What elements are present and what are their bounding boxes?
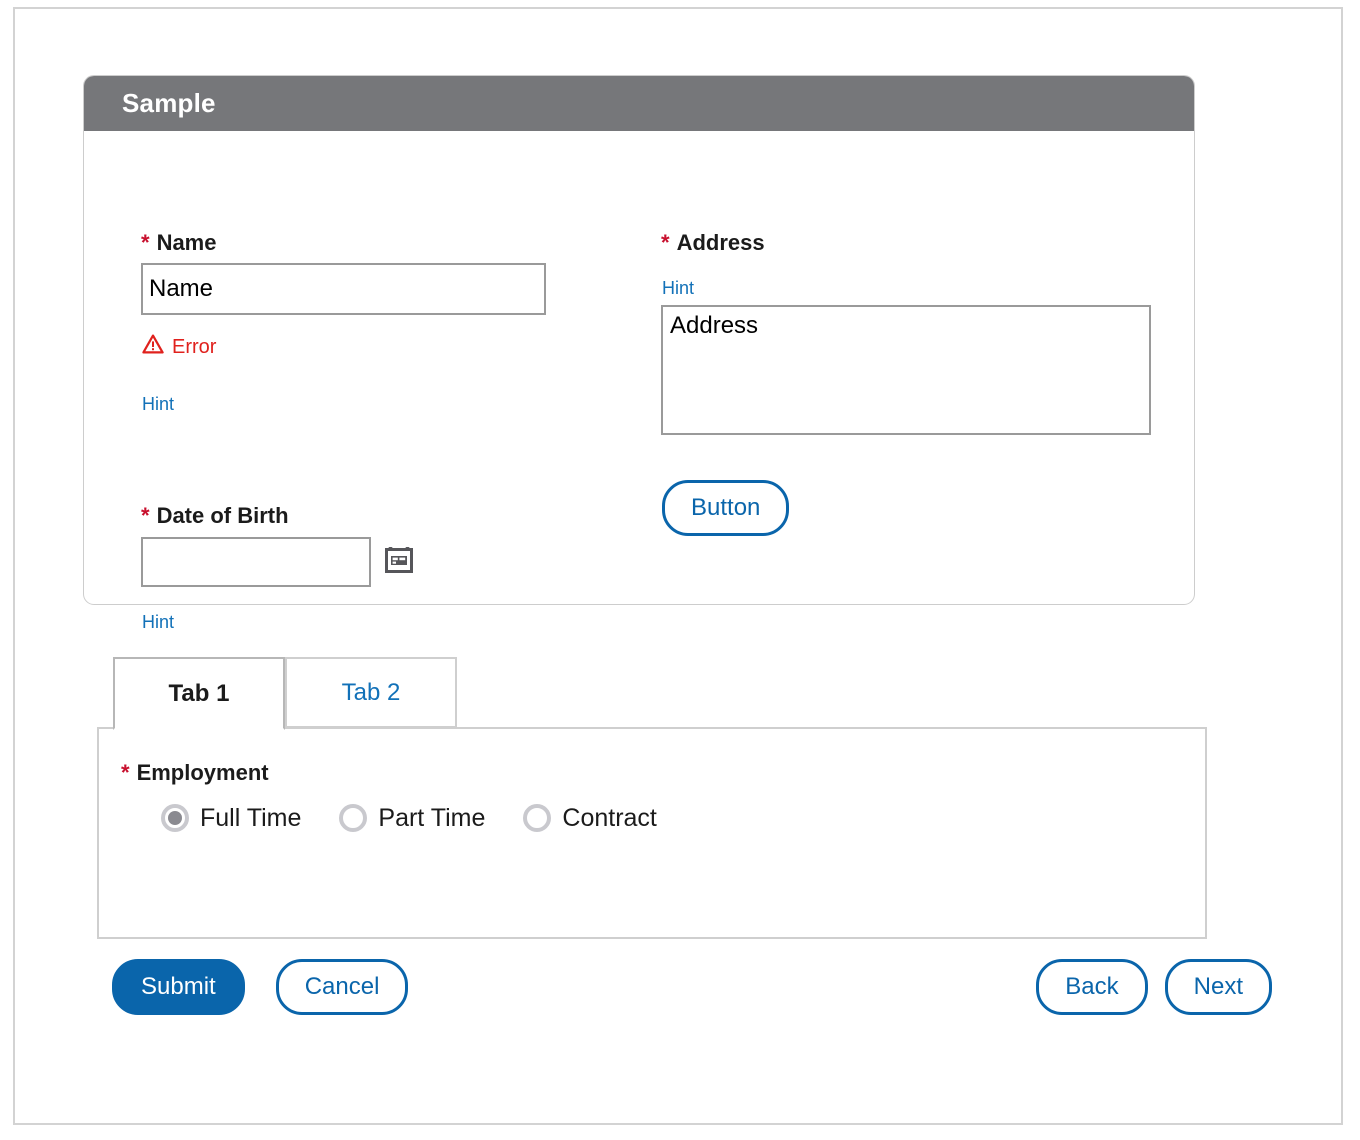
name-input[interactable] [141,263,546,315]
radio-mark-selected-icon [161,804,189,832]
employment-field-label: * Employment [121,762,269,784]
address-textarea[interactable] [661,305,1151,435]
next-button[interactable]: Next [1164,959,1272,1015]
required-marker: * [141,230,150,255]
tab-panel: * Employment Full Time Part Time Contract [97,727,1207,939]
submit-button[interactable]: Submit [112,959,245,1015]
tab-strip: Tab 1 Tab 2 [97,656,1207,730]
radio-mark-icon [523,804,552,832]
calendar-icon[interactable] [384,544,414,574]
required-marker: * [121,760,130,785]
sample-card: Sample *Name Error Hint [83,75,1195,631]
radio-option-full-time[interactable]: Full Time [161,804,301,832]
tabs-section: Tab 1 Tab 2 * Employment Full Time Part T… [97,656,1207,939]
footer-right-group: Back Next [1036,959,1272,1015]
radio-option-contract[interactable]: Contract [523,803,657,832]
tab-tab-2[interactable]: Tab 2 [285,657,457,728]
warning-triangle-icon [142,334,164,359]
employment-radio-group: Full Time Part Time Contract [161,804,657,832]
radio-label-full-time: Full Time [200,803,302,832]
address-label-text: Address [676,230,765,255]
required-marker: * [141,503,150,528]
footer-action-bar: Submit Cancel Back Next [15,959,1341,1039]
address-hint-link[interactable]: Hint [662,279,694,297]
cancel-button[interactable]: Cancel [275,959,409,1015]
error-text: Error [172,335,217,358]
required-marker: * [661,230,670,255]
address-field-label: * Address [661,232,765,254]
name-field-label: * Name [141,232,216,254]
dob-field-label: * Date of Birth [141,505,289,527]
dob-input[interactable] [141,537,371,587]
card-body: *Name Error Hint *Date of Birth [84,131,1194,631]
page-title: Sample [122,88,216,118]
back-button[interactable]: Back [1036,959,1148,1015]
footer-left-group: Submit Cancel [112,959,409,1015]
radio-option-part-time[interactable]: Part Time [339,804,485,832]
radio-label-part-time: Part Time [378,803,486,832]
card-header: Sample [84,76,1194,131]
name-label-text: Name [156,230,217,255]
dob-hint-link[interactable]: Hint [142,613,174,631]
tab-tab-1[interactable]: Tab 1 [113,657,285,730]
page-frame: Sample *Name Error Hint [13,7,1343,1125]
radio-mark-icon [339,804,368,832]
employment-label-text: Employment [136,760,269,785]
plain-button[interactable]: Button [662,480,790,536]
name-hint-link[interactable]: Hint [142,395,174,413]
dob-label-text: Date of Birth [156,503,289,528]
name-error-message: Error [142,334,216,359]
radio-label-contract: Contract [562,803,657,832]
